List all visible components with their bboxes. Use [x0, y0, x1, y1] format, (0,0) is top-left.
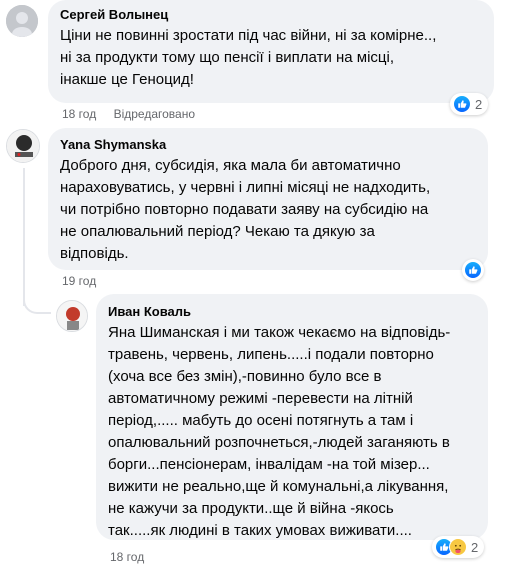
avatar[interactable] [6, 129, 40, 163]
avatar[interactable] [6, 5, 38, 37]
comment-meta: 19 год [62, 273, 110, 289]
comment-timestamp[interactable]: 18 год [62, 107, 96, 121]
comment-yana: Yana Shymanska Доброго дня, субсидія, як… [0, 126, 510, 292]
reaction-summary[interactable]: 2 [432, 536, 485, 558]
comment-meta: 18 год [110, 549, 158, 565]
comment-ivan: Иван Коваль Яна Шиманская і ми також чек… [0, 294, 510, 565]
comment-timestamp[interactable]: 18 год [110, 550, 144, 564]
comment-bubble: Сергей Волынец Ціни не повинні зростати … [48, 0, 494, 103]
comment-author[interactable]: Сергей Волынец [60, 6, 482, 23]
like-icon [464, 261, 482, 279]
like-icon [453, 95, 471, 113]
reaction-count: 2 [475, 96, 483, 112]
care-icon [449, 538, 467, 556]
reaction-count: 2 [471, 539, 479, 555]
comment-text: Яна Шиманская і ми також чекаємо на відп… [108, 324, 451, 539]
profile-photo-icon [57, 301, 87, 331]
comment-text: Ціни не повинні зростати під час війни, … [60, 27, 437, 88]
comment-bubble: Иван Коваль Яна Шиманская і ми також чек… [96, 294, 488, 540]
comment-timestamp[interactable]: 19 год [62, 274, 96, 288]
comment-text: Доброго дня, субсидія, яка мала би автом… [60, 157, 431, 262]
edited-label[interactable]: Відредаговано [114, 107, 195, 121]
thread-line [23, 168, 25, 306]
comment-author[interactable]: Yana Shymanska [60, 136, 476, 153]
avatar[interactable] [56, 300, 88, 332]
reaction-summary[interactable]: 2 [450, 93, 489, 115]
comment-meta: 18 год Відредаговано [62, 106, 209, 122]
reaction-summary[interactable] [462, 259, 484, 281]
comment-sergey: Сергей Волынец Ціни не повинні зростати … [0, 0, 510, 122]
comment-author[interactable]: Иван Коваль [108, 303, 476, 320]
default-avatar-icon [6, 5, 38, 37]
comment-bubble: Yana Shymanska Доброго дня, субсидія, як… [48, 128, 488, 270]
profile-photo-icon [7, 130, 39, 162]
